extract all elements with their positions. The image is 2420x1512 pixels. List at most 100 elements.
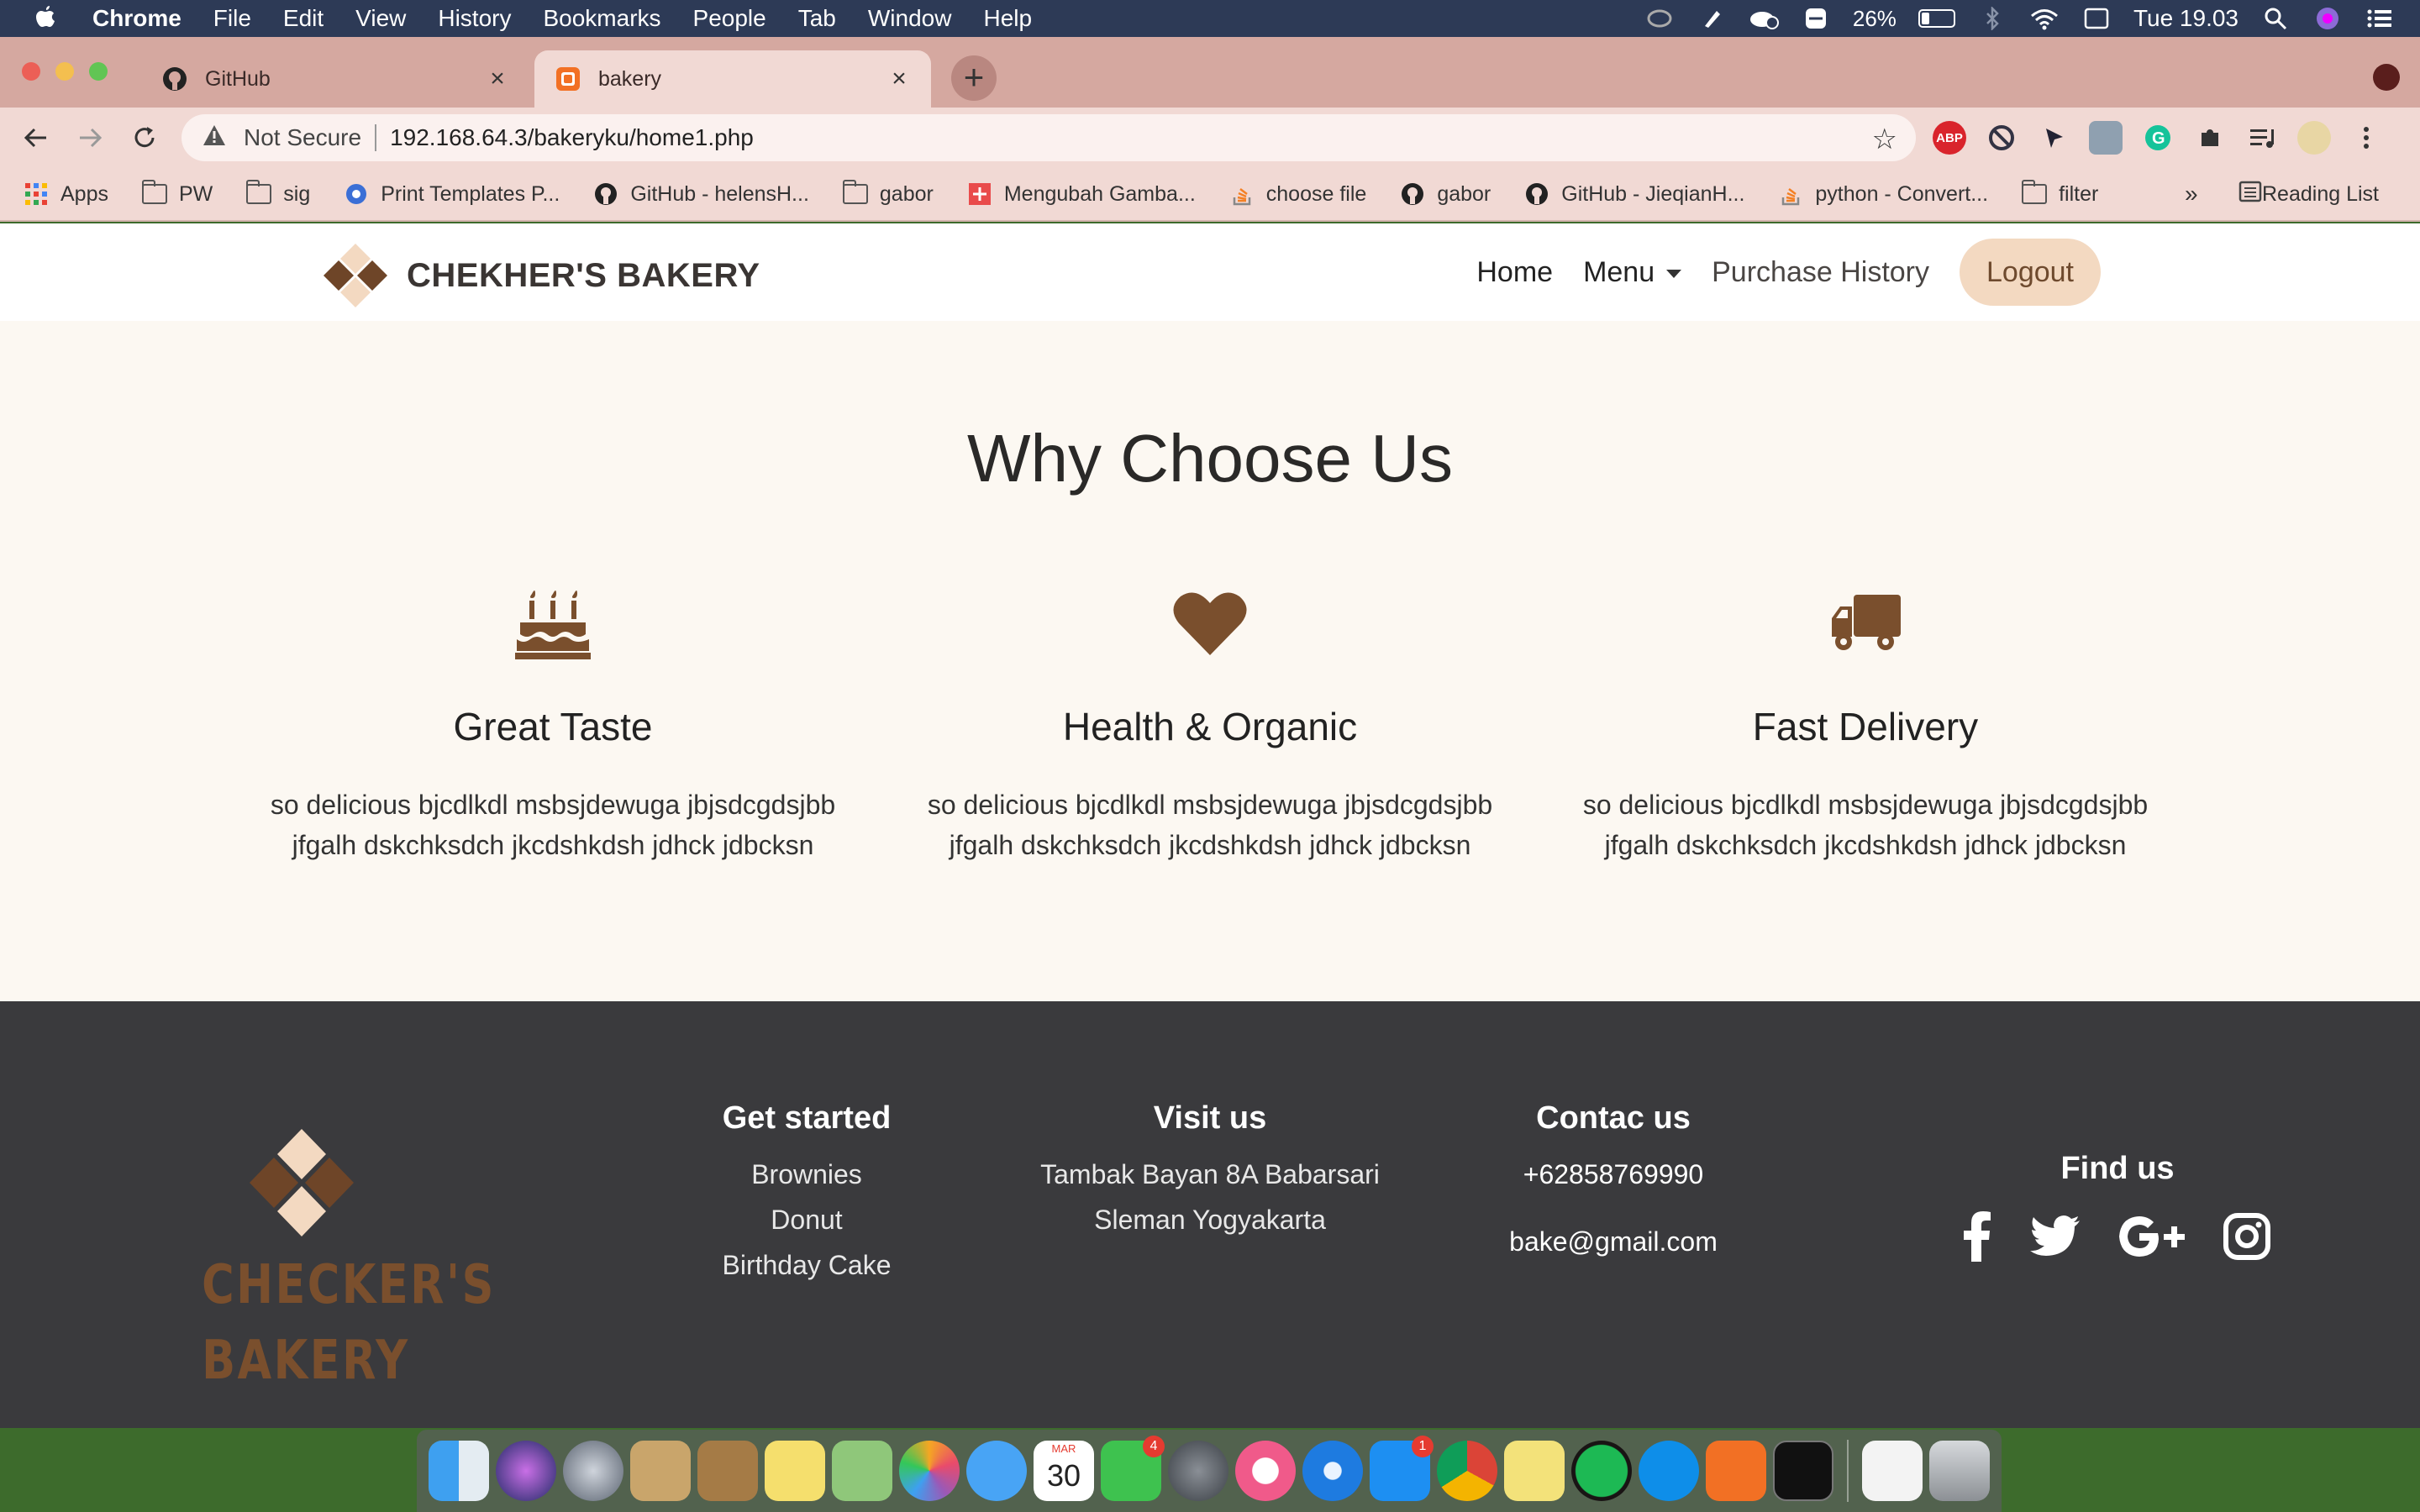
window-close-button[interactable] xyxy=(22,62,40,81)
menu-chrome[interactable]: Chrome xyxy=(92,5,182,32)
document-icon[interactable] xyxy=(1862,1441,1923,1501)
apple-menu-icon[interactable] xyxy=(34,4,59,33)
grammarly-icon[interactable]: G xyxy=(2141,121,2175,155)
tab-bakery[interactable]: bakery × xyxy=(534,50,931,108)
bookmark-filter[interactable]: filter xyxy=(2022,180,2098,207)
tab-search-icon[interactable] xyxy=(2373,64,2400,91)
keyboard-input-icon[interactable] xyxy=(2081,6,2112,31)
tab-close-icon[interactable]: × xyxy=(486,65,509,93)
more-menu-icon[interactable] xyxy=(2349,121,2383,155)
menu-bookmarks[interactable]: Bookmarks xyxy=(543,5,660,32)
adblock-icon[interactable]: ABP xyxy=(1933,121,1966,155)
cursor-extension-icon[interactable] xyxy=(2037,121,2070,155)
forward-button[interactable] xyxy=(72,119,109,156)
bookmarks-overflow-button[interactable]: » xyxy=(2185,181,2198,207)
nav-home[interactable]: Home xyxy=(1476,256,1553,289)
safari-icon[interactable] xyxy=(1302,1441,1363,1501)
bookmark-gabor-folder[interactable]: gabor xyxy=(842,180,934,207)
app-store-icon[interactable]: 1 xyxy=(1370,1436,1434,1501)
cloud-sync-icon[interactable] xyxy=(1749,6,1779,31)
stickies-icon[interactable] xyxy=(1504,1441,1565,1501)
facebook-icon[interactable] xyxy=(1963,1211,1991,1266)
itunes-icon[interactable] xyxy=(1235,1441,1296,1501)
instagram-icon[interactable] xyxy=(2223,1213,2270,1264)
xampp-icon[interactable] xyxy=(1706,1441,1766,1501)
page-extension-icon[interactable] xyxy=(2089,121,2123,155)
wifi-icon[interactable] xyxy=(2029,6,2060,31)
spotlight-search-icon[interactable] xyxy=(2260,6,2291,31)
profile-avatar[interactable] xyxy=(2297,121,2331,155)
teamviewer-icon[interactable] xyxy=(1639,1441,1699,1501)
calendar-icon[interactable]: MAR 30 xyxy=(1034,1441,1094,1501)
window-zoom-button[interactable] xyxy=(89,62,108,81)
reading-list-button[interactable]: Reading List xyxy=(2238,181,2379,208)
bookmark-python-convert[interactable]: python - Convert... xyxy=(1778,182,1988,207)
facetime-icon[interactable]: 4 xyxy=(1101,1436,1165,1501)
mail-stamp-icon[interactable] xyxy=(630,1441,691,1501)
menu-view[interactable]: View xyxy=(355,5,406,32)
bookmark-pw[interactable]: PW xyxy=(141,180,213,207)
url-text[interactable]: 192.168.64.3/bakeryku/home1.php xyxy=(390,124,754,151)
siri-icon[interactable] xyxy=(496,1441,556,1501)
menu-people[interactable]: People xyxy=(693,5,766,32)
photos-icon[interactable] xyxy=(899,1441,960,1501)
back-button[interactable] xyxy=(17,119,54,156)
finder-icon[interactable] xyxy=(429,1441,489,1501)
extensions-puzzle-icon[interactable] xyxy=(2193,121,2227,155)
footer-link-brownies[interactable]: Brownies xyxy=(672,1152,941,1197)
launchpad-icon[interactable] xyxy=(563,1441,623,1501)
bookmark-apps[interactable]: Apps xyxy=(24,182,108,207)
contacts-icon[interactable] xyxy=(697,1441,758,1501)
window-minimize-button[interactable] xyxy=(55,62,74,81)
block-icon[interactable] xyxy=(1985,121,2018,155)
activity-monitor-icon[interactable] xyxy=(1773,1441,1833,1501)
twitter-icon[interactable] xyxy=(2030,1215,2081,1262)
footer-email[interactable]: bake@gmail.com xyxy=(1479,1219,1748,1264)
tab-github[interactable]: GitHub × xyxy=(141,50,529,108)
bluetooth-icon[interactable] xyxy=(1977,6,2007,31)
reload-button[interactable] xyxy=(126,119,163,156)
bookmark-mengubah-gambar[interactable]: Mengubah Gamba... xyxy=(967,182,1196,207)
menu-history[interactable]: History xyxy=(438,5,511,32)
clock[interactable]: Tue 19.03 xyxy=(2133,5,2238,32)
pen-icon[interactable] xyxy=(1697,6,1727,31)
menu-file[interactable]: File xyxy=(213,5,251,32)
notification-center-icon[interactable] xyxy=(2365,6,2395,31)
teamviewer-icon[interactable] xyxy=(1801,6,1831,31)
creative-cloud-icon[interactable] xyxy=(1644,6,1675,31)
battery-icon[interactable] xyxy=(1918,9,1955,28)
bookmark-github-jieqian[interactable]: GitHub - JieqianH... xyxy=(1524,182,1744,207)
chrome-icon[interactable] xyxy=(1437,1441,1497,1501)
google-plus-icon[interactable] xyxy=(2119,1216,2185,1261)
bookmark-print-templates[interactable]: Print Templates P... xyxy=(344,182,560,207)
bookmark-github-helens[interactable]: GitHub - helensH... xyxy=(593,182,809,207)
media-queue-icon[interactable] xyxy=(2245,121,2279,155)
messages-icon[interactable] xyxy=(966,1441,1027,1501)
tab-close-icon[interactable]: × xyxy=(887,65,911,93)
logout-button[interactable]: Logout xyxy=(1960,239,2101,306)
nav-purchase-history[interactable]: Purchase History xyxy=(1712,256,1929,289)
notes-icon[interactable] xyxy=(765,1441,825,1501)
footer-link-birthday-cake[interactable]: Birthday Cake xyxy=(672,1242,941,1288)
menu-help[interactable]: Help xyxy=(983,5,1032,32)
bookmark-gabor-github[interactable]: gabor xyxy=(1400,182,1491,207)
spotify-icon[interactable] xyxy=(1571,1441,1632,1501)
bookmark-sig[interactable]: sig xyxy=(246,180,310,207)
footer-heading: Find us xyxy=(2060,1151,2175,1186)
security-status[interactable]: Not Secure xyxy=(244,124,361,151)
nav-menu-dropdown[interactable]: Menu xyxy=(1583,256,1682,289)
footer-link-donut[interactable]: Donut xyxy=(672,1197,941,1242)
warning-icon[interactable] xyxy=(202,123,230,153)
new-tab-button[interactable]: + xyxy=(951,55,997,101)
system-preferences-icon[interactable] xyxy=(1168,1441,1228,1501)
address-bar[interactable]: Not Secure 192.168.64.3/bakeryku/home1.p… xyxy=(182,114,1916,161)
menu-window[interactable]: Window xyxy=(868,5,952,32)
menu-edit[interactable]: Edit xyxy=(283,5,324,32)
maps-icon[interactable] xyxy=(832,1441,892,1501)
siri-icon[interactable] xyxy=(2312,6,2343,31)
bookmark-star-icon[interactable]: ☆ xyxy=(1872,123,1897,156)
menu-tab[interactable]: Tab xyxy=(798,5,836,32)
bookmark-choose-file[interactable]: choose file xyxy=(1229,182,1366,207)
trash-icon[interactable] xyxy=(1929,1441,1990,1501)
site-brand[interactable]: CHEKHER'S BAKERY xyxy=(318,240,760,311)
